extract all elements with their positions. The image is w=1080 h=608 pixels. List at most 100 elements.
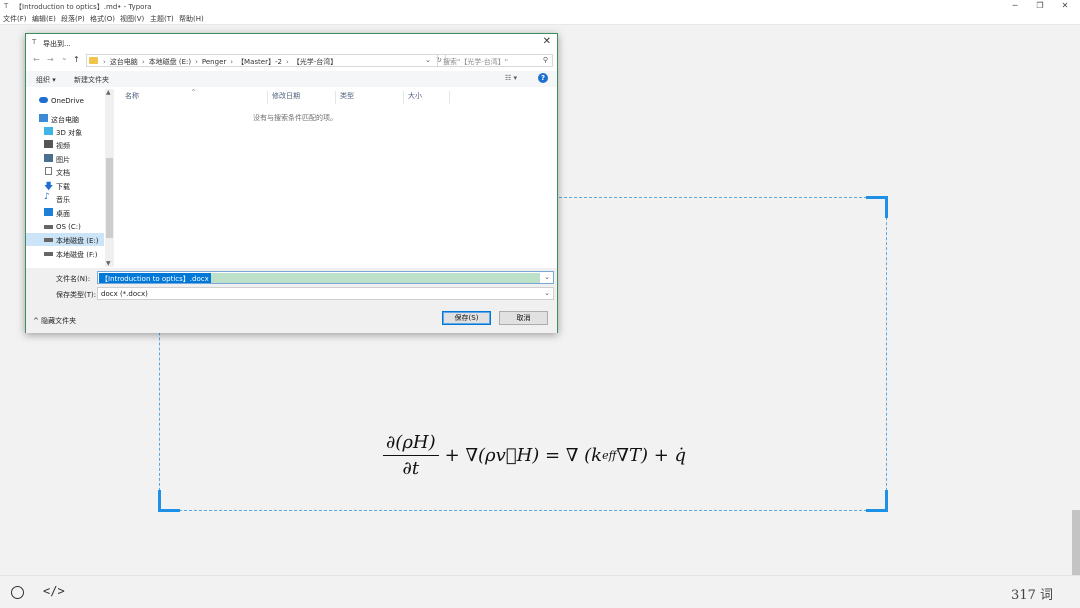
equation-numerator: ∂(ρH) [383,432,439,456]
filetype-select[interactable]: docx (*.docx) ⌄ [97,287,554,300]
export-dialog: T 导出到... ✕ ← → ⌄ ↑ › 这台电脑 › 本地磁盘 (E:) › Penge… [25,33,558,333]
nav-item-onedrive[interactable]: OneDrive [26,94,104,107]
video-icon [44,140,53,148]
breadcrumb-this-pc[interactable]: 这台电脑 [110,58,138,66]
drive-icon [44,225,53,229]
typora-app-icon: T [4,2,9,10]
menu-view[interactable]: 视图(V) [120,14,144,24]
document-icon [45,167,52,175]
navigation-pane: OneDrive 这台电脑 3D 对象 视频 图片 文档 🡇 下载 ♪ 音乐 桌… [26,89,114,267]
breadcrumb-master[interactable]: 【Master】-2 [237,58,282,66]
scroll-up-icon[interactable]: ▲ [106,89,111,96]
nav-item-drive-e[interactable]: 本地磁盘 (E:) [26,233,104,246]
dialog-bottom-panel: 文件名(N): 【Introduction to optics】.docx ⌄ … [26,268,557,333]
equation-tail: ∇T) + q̇ [616,444,687,466]
computer-icon [39,114,48,122]
menu-edit[interactable]: 编辑(E) [32,14,56,24]
address-dropdown-icon[interactable]: ⌄ [425,56,431,64]
equation-subscript: eff [602,448,617,462]
menu-format[interactable]: 格式(O) [90,14,115,24]
help-icon[interactable]: ? [538,73,548,83]
filename-selected-text: 【Introduction to optics】.docx [99,273,211,283]
back-arrow-icon[interactable]: ← [33,55,40,64]
nav-item-music[interactable]: ♪ 音乐 [26,192,104,205]
dialog-app-icon: T [32,38,37,46]
math-equation[interactable]: ∂(ρH) ∂t + ∇(ρv⃗H) = ∇ (k eff ∇T) + q̇ [383,428,686,482]
forward-arrow-icon[interactable]: → [47,55,54,64]
column-header-type[interactable]: 类型 [338,91,404,104]
breadcrumb-optics[interactable]: 【光学-台湾】 [293,58,338,66]
column-header-size[interactable]: 大小 [406,91,450,104]
nav-item-documents[interactable]: 文档 [26,165,104,178]
capture-corner-bottom-right[interactable] [866,490,888,512]
nav-item-this-pc[interactable]: 这台电脑 [26,112,104,125]
drive-icon [44,238,53,242]
picture-icon [44,154,53,162]
save-button[interactable]: 保存(S) [442,311,491,325]
nav-item-drive-f[interactable]: 本地磁盘 (F:) [26,247,104,260]
nav-pane-scrollbar[interactable]: ▲ ▼ [105,89,114,267]
drive-icon [44,252,53,256]
menu-file[interactable]: 文件(F) [3,14,27,24]
title-bar: T 【Introduction to optics】.md• - Typora … [0,0,1080,13]
desktop-icon [44,208,53,216]
nav-item-desktop[interactable]: 桌面 [26,206,104,219]
view-options-icon[interactable]: ☷ ▾ [505,74,517,82]
status-bar: </> 317 词 [0,575,1080,608]
music-icon: ♪ [44,192,50,202]
filetype-label: 保存类型(T): [56,291,97,299]
file-list[interactable]: ^ 名称 修改日期 类型 大小 没有与搜索条件匹配的项。 [115,89,557,267]
breadcrumb-drive-e[interactable]: 本地磁盘 (E:) [149,58,191,66]
address-bar[interactable]: › 这台电脑 › 本地磁盘 (E:) › Penger › 【Master】-2 › 【光学-台湾… [86,54,446,67]
menu-theme[interactable]: 主题(T) [150,14,174,24]
outline-toggle-icon[interactable] [11,586,24,599]
column-header-name[interactable]: 名称 [123,91,268,104]
cube-icon [44,127,53,135]
cloud-icon [39,97,48,103]
search-placeholder: 搜索"【光学-台湾】" [443,58,508,66]
filename-highlight [202,273,540,283]
filename-field[interactable]: 【Introduction to optics】.docx ⌄ [97,271,554,284]
new-folder-button[interactable]: 新建文件夹 [74,75,109,85]
search-icon: ⚲ [542,56,548,64]
window-title: 【Introduction to optics】.md• - Typora [15,3,152,11]
column-header-modified[interactable]: 修改日期 [270,91,336,104]
nav-item-pictures[interactable]: 图片 [26,152,104,165]
breadcrumb-penger[interactable]: Penger [202,58,226,66]
dialog-title: 导出到... [43,40,71,48]
recent-locations-icon[interactable]: ⌄ [61,53,68,62]
equation-fraction: ∂(ρH) ∂t [383,432,439,479]
nav-pane-scroll-thumb[interactable] [106,158,113,238]
word-count[interactable]: 317 词 [1011,584,1053,603]
breadcrumb: › 这台电脑 › 本地磁盘 (E:) › Penger › 【Master】-2 › 【光学-台湾… [103,58,338,66]
nav-item-3d-objects[interactable]: 3D 对象 [26,125,104,138]
dialog-title-bar: T 导出到... ✕ [26,34,557,51]
filename-label: 文件名(N): [56,275,91,283]
search-input[interactable]: 搜索"【光学-台湾】" ⚲ [437,54,553,67]
folder-icon [89,57,98,64]
dialog-close-icon[interactable]: ✕ [543,36,551,47]
filetype-dropdown-icon[interactable]: ⌄ [544,289,550,297]
capture-corner-top-right[interactable] [866,196,888,218]
filename-dropdown-icon[interactable]: ⌄ [544,273,550,281]
dialog-command-bar: 组织 ▾ 新建文件夹 ☷ ▾ ? [26,71,557,87]
menu-bar: 文件(F) 编辑(E) 段落(P) 格式(O) 视图(V) 主题(T) 帮助(H… [0,13,1080,25]
nav-item-videos[interactable]: 视频 [26,138,104,151]
nav-item-downloads[interactable]: 🡇 下载 [26,179,104,192]
empty-results-message: 没有与搜索条件匹配的项。 [253,114,337,122]
organize-button[interactable]: 组织 ▾ [36,75,56,85]
filetype-value: docx (*.docx) [101,290,148,298]
menu-help[interactable]: 帮助(H) [179,14,204,24]
cancel-button[interactable]: 取消 [499,311,548,325]
scroll-down-icon[interactable]: ▼ [106,260,111,267]
equation-body: + ∇(ρv⃗H) = ∇ (k [444,444,603,466]
close-window-button[interactable]: ✕ [1050,0,1080,13]
menu-paragraph[interactable]: 段落(P) [61,14,85,24]
nav-item-drive-c[interactable]: OS (C:) [26,220,104,233]
up-arrow-icon[interactable]: ↑ [73,55,80,64]
capture-corner-bottom-left[interactable] [158,490,180,512]
equation-denominator: ∂t [402,457,420,479]
hide-folders-toggle[interactable]: ^ 隐藏文件夹 [33,316,76,326]
dialog-nav-row: ← → ⌄ ↑ › 这台电脑 › 本地磁盘 (E:) › Penger › 【Master】-… [26,53,557,69]
source-code-toggle[interactable]: </> [43,584,65,598]
